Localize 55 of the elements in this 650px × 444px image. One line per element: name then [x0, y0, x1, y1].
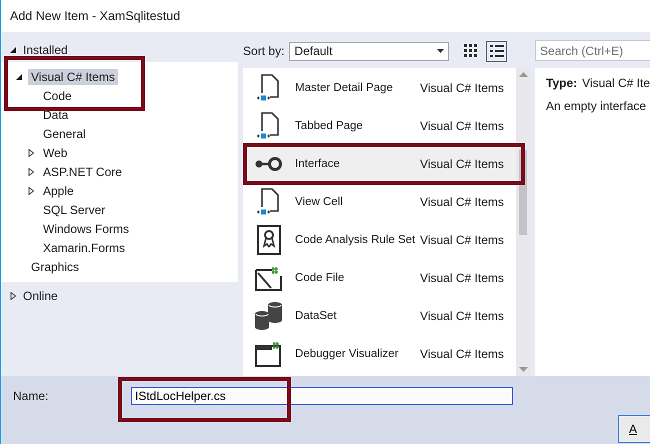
template-name: DataSet	[295, 310, 338, 322]
tree-item[interactable]: Xamarin.Forms	[40, 240, 128, 256]
template-category: Visual C# Items	[420, 347, 504, 361]
tree-item[interactable]: Code	[40, 88, 75, 104]
template-name: View Cell	[295, 196, 344, 208]
sort-dropdown[interactable]: Default	[289, 42, 450, 60]
collapsed-arrow-icon[interactable]	[9, 292, 17, 300]
type-value: Visual C# Ite	[582, 76, 650, 90]
template-name: Tabbed Page	[295, 120, 364, 132]
tree-item[interactable]: Graphics	[28, 258, 82, 274]
database-icon	[254, 301, 284, 331]
template-name: Code File	[295, 272, 346, 284]
collapsed-arrow-icon[interactable]	[27, 148, 35, 156]
lollipop-icon	[255, 156, 284, 172]
template-name: Code Analysis Rule Set	[295, 234, 416, 246]
name-label: Name:	[13, 389, 50, 403]
tree-item[interactable]: ASP.NET Core	[40, 164, 125, 180]
tree-item[interactable]: Web	[40, 144, 70, 160]
dropdown-arrow-icon	[437, 49, 444, 53]
template-category: Visual C# Items	[420, 195, 504, 209]
template-category: Visual C# Items	[420, 81, 504, 95]
section-header[interactable]: Installed	[23, 43, 68, 57]
sort-label: Sort by:	[243, 44, 284, 58]
tree-item[interactable]: Apple	[40, 182, 77, 198]
grid-icon	[464, 44, 478, 58]
description-text: An empty interface	[546, 99, 648, 113]
tree-item[interactable]: General	[40, 126, 89, 142]
search-field[interactable]: Search (Ctrl+E)	[535, 40, 650, 61]
collapsed-arrow-icon[interactable]	[27, 168, 35, 176]
expanded-arrow-icon[interactable]	[9, 46, 17, 54]
tree-item[interactable]: SQL Server	[40, 202, 108, 218]
scrollbar[interactable]	[516, 68, 530, 376]
expanded-arrow-icon[interactable]	[15, 72, 23, 80]
name-field[interactable]: IStdLocHelper.cs	[131, 387, 513, 405]
template-category: Visual C# Items	[420, 119, 504, 133]
add-button[interactable]: A	[618, 415, 650, 443]
csharp-file-icon	[255, 265, 284, 291]
list-icon	[490, 44, 504, 58]
tree-item[interactable]: Data	[40, 106, 72, 122]
certificate-icon	[257, 225, 282, 255]
list-view-button[interactable]	[486, 40, 508, 62]
template-name: Debugger Visualizer	[295, 348, 400, 360]
template-name: Interface	[295, 158, 341, 170]
tree-item[interactable]: Windows Forms	[40, 220, 132, 236]
tree-item[interactable]: Visual C# Items	[28, 68, 118, 84]
csharp-window-icon	[255, 341, 284, 367]
section-header[interactable]: Online	[23, 289, 58, 303]
template-category: Visual C# Items	[420, 233, 504, 247]
template-name: Master Detail Page	[295, 82, 394, 94]
template-category: Visual C# Items	[420, 271, 504, 285]
collapsed-arrow-icon[interactable]	[27, 186, 35, 194]
type-label: Type:	[546, 76, 578, 90]
window-title: Add New Item - XamSqlitestud	[10, 9, 180, 23]
template-category: Visual C# Items	[420, 309, 504, 323]
template-category: Visual C# Items	[420, 157, 504, 171]
